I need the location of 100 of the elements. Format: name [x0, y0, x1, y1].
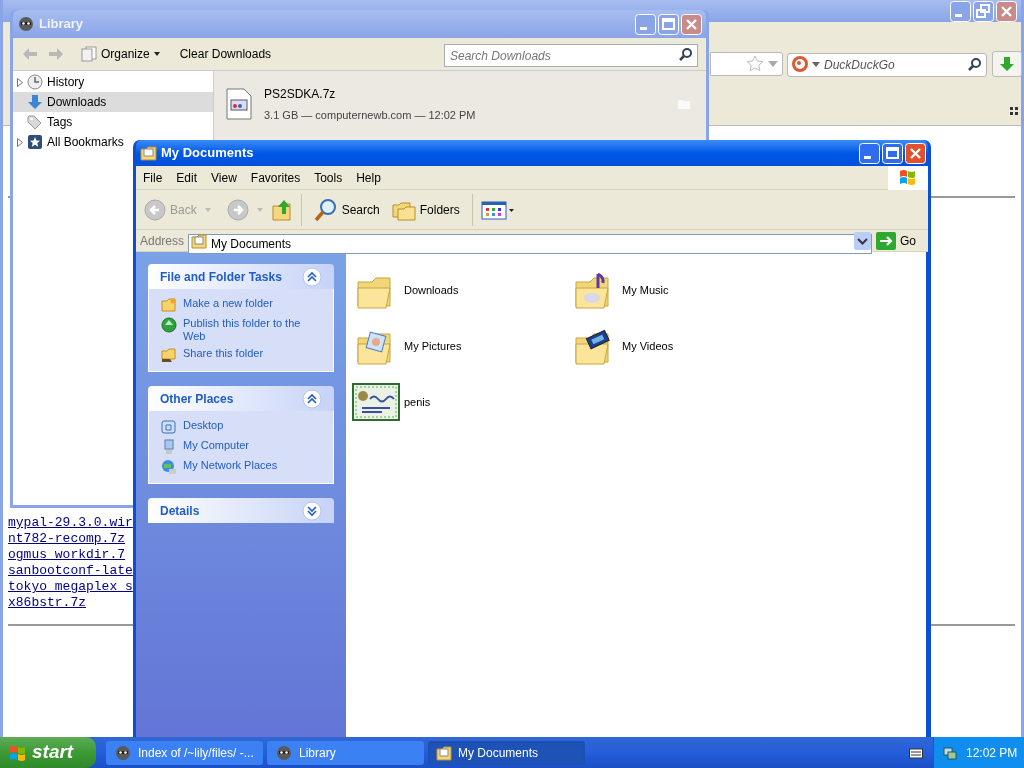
search-button[interactable]: Search: [309, 197, 384, 222]
file-link[interactable]: sanbootconf-late: [8, 563, 133, 579]
search-icon[interactable]: [968, 57, 982, 71]
menu-item[interactable]: Favorites: [243, 168, 308, 187]
keyboard-icon[interactable]: [909, 746, 923, 759]
window-title: My Documents: [161, 144, 255, 163]
taskbar-button[interactable]: My Documents: [428, 740, 585, 765]
download-filename: PS2SDKA.7z: [264, 86, 337, 103]
download-arrow-icon: [999, 56, 1015, 72]
file-link[interactable]: ogmus workdir.7: [8, 547, 133, 563]
sidebar-item[interactable]: All Bookmarks: [13, 132, 128, 152]
file-link[interactable]: nt782-recomp.7z: [8, 531, 133, 547]
taskbar-button[interactable]: Library: [267, 740, 424, 765]
file-link[interactable]: tokyo megaplex s: [8, 579, 133, 595]
clock: 12:02 PM: [966, 744, 1018, 762]
task-link[interactable]: Share this folder: [183, 347, 321, 360]
windows-flag-icon: [888, 165, 928, 190]
collapse-chevron-icon[interactable]: [302, 388, 322, 409]
close-button[interactable]: [681, 13, 702, 35]
pages-icon: [81, 46, 97, 62]
certificate-icon: [352, 383, 400, 421]
task-link[interactable]: My Computer: [183, 439, 321, 452]
search-icon[interactable]: [679, 46, 693, 61]
back-arrow-icon[interactable]: [21, 46, 39, 62]
file-name[interactable]: Downloads: [404, 281, 459, 299]
menu-item[interactable]: Help: [349, 168, 388, 187]
url-field[interactable]: [710, 52, 783, 76]
file-name[interactable]: My Music: [622, 281, 669, 299]
new-folder-icon: [161, 297, 177, 313]
start-button[interactable]: start: [0, 737, 96, 768]
collapse-chevron-icon[interactable]: [302, 266, 322, 287]
menu-item[interactable]: View: [204, 168, 244, 187]
network-icon: [161, 459, 177, 475]
documents-folder-icon: [140, 145, 157, 161]
address-field[interactable]: My Documents: [188, 233, 872, 254]
menu-item[interactable]: Tools: [307, 168, 350, 187]
sidebar-item[interactable]: Tags: [13, 112, 77, 132]
file-link[interactable]: x86bstr.7z: [8, 595, 133, 611]
expand-triangle-icon[interactable]: [17, 137, 23, 147]
shared-folder-icon: [161, 347, 177, 363]
expand-chevron-icon[interactable]: [302, 500, 322, 521]
desktop-icon: [161, 419, 177, 435]
minimize-button[interactable]: [950, 0, 971, 22]
maximize-button[interactable]: [658, 13, 679, 35]
sidebar-item[interactable]: History: [13, 72, 89, 92]
magnifier-icon: [313, 197, 338, 222]
raccoon-icon: [275, 743, 293, 762]
views-icon[interactable]: [480, 199, 515, 220]
folders-button[interactable]: Folders: [387, 198, 464, 221]
organize-button[interactable]: Organize: [81, 45, 160, 63]
close-button[interactable]: [905, 142, 926, 164]
minimize-button[interactable]: [635, 13, 656, 35]
clear-downloads-button[interactable]: Clear Downloads: [179, 45, 272, 63]
bookmark-star-icon: [27, 134, 43, 150]
tag-icon: [27, 114, 43, 130]
downloads-button[interactable]: [992, 51, 1022, 77]
panel-header[interactable]: File and Folder Tasks: [148, 264, 334, 289]
panel-header[interactable]: Other Places: [148, 386, 334, 411]
grip-icon: [1010, 107, 1018, 115]
raccoon-icon: [17, 15, 35, 33]
panel-title: Details: [160, 502, 201, 520]
file-link[interactable]: mypal-29.3.0.wir: [8, 515, 133, 531]
menu-item[interactable]: Edit: [169, 168, 205, 187]
documents-folder-icon: [191, 232, 208, 249]
go-button[interactable]: Go: [876, 231, 924, 250]
task-link[interactable]: Publish this folder to the Web: [183, 317, 321, 343]
dropdown-arrow-icon[interactable]: [812, 62, 820, 67]
window-title: Library: [39, 15, 85, 34]
panel-header[interactable]: Details: [148, 498, 334, 523]
computer-icon: [161, 439, 177, 455]
taskbar-button[interactable]: Index of /~lily/files/ -...: [106, 740, 263, 765]
close-button[interactable]: [996, 0, 1017, 22]
maximize-button[interactable]: [882, 142, 903, 164]
raccoon-icon: [114, 743, 132, 762]
forward-arrow-icon[interactable]: [47, 46, 65, 62]
task-link[interactable]: Desktop: [183, 419, 321, 432]
expand-triangle-icon[interactable]: [17, 77, 23, 87]
sidebar-item[interactable]: Downloads: [13, 92, 213, 112]
address-label: Address: [140, 232, 185, 250]
dropdown-arrow-icon: [153, 52, 160, 56]
task-link[interactable]: My Network Places: [183, 459, 321, 472]
menu-item[interactable]: File: [136, 168, 170, 187]
file-name[interactable]: My Pictures: [404, 337, 462, 355]
file-name[interactable]: penis: [404, 393, 431, 411]
star-icon[interactable]: [746, 55, 764, 73]
dropdown-button[interactable]: [854, 231, 871, 250]
network-icon[interactable]: [942, 744, 958, 761]
archive-file-icon: [226, 88, 252, 121]
task-link[interactable]: Make a new folder: [183, 297, 321, 310]
panel-title: File and Folder Tasks: [160, 268, 283, 286]
search-field[interactable]: Search Downloads: [444, 44, 698, 67]
download-details: 3.1 GB — computernewb.com — 12:02 PM: [264, 108, 477, 123]
globe-icon: [161, 317, 177, 333]
duck-icon: [791, 55, 809, 73]
minimize-button[interactable]: [859, 142, 880, 164]
search-field[interactable]: DuckDuckGo: [787, 53, 987, 77]
file-name[interactable]: My Videos: [622, 337, 674, 355]
panel-title: Other Places: [160, 390, 235, 408]
restore-button[interactable]: [973, 0, 994, 22]
download-arrow-icon: [27, 94, 43, 110]
